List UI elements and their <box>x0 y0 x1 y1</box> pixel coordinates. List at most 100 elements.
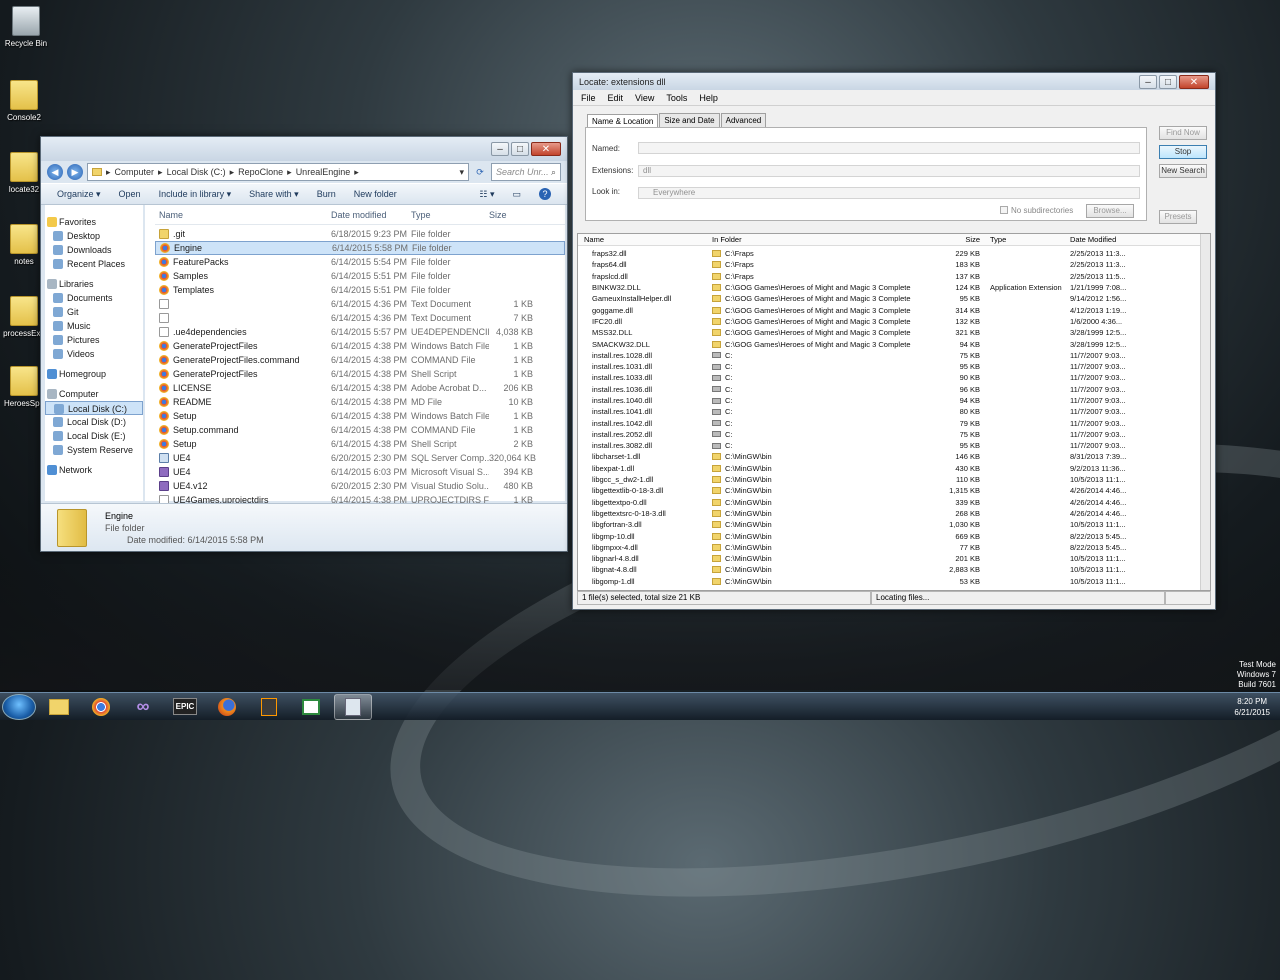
col-type[interactable]: Type <box>411 210 489 220</box>
result-row[interactable]: libgettextsrc-0-18-3.dll C:\MinGW\bin 268 … <box>578 508 1210 519</box>
result-row[interactable]: install.res.3082.dll C: 95 KB 11/7/2007 9:0… <box>578 440 1210 451</box>
nav-item-libraries[interactable]: Libraries <box>45 277 143 291</box>
maximize-button[interactable]: □ <box>1159 74 1177 89</box>
locate-titlebar[interactable]: Locate: extensions dll – □ ✕ <box>573 73 1215 90</box>
result-row[interactable]: libgnat-4.8.dll C:\MinGW\bin 2,883 KB 10/5/… <box>578 564 1210 575</box>
include-in-library-button[interactable]: Include in library ▾ <box>159 189 232 200</box>
taskbar-epic-launcher[interactable]: EPIC <box>166 694 204 720</box>
share-with-button[interactable]: Share with ▾ <box>249 189 299 200</box>
menu-tools[interactable]: Tools <box>666 93 687 103</box>
nav-item-desktop[interactable]: Desktop <box>45 229 143 243</box>
nav-item-local-disk-d[interactable]: Local Disk (D:) <box>45 415 143 429</box>
organize-button[interactable]: Organize ▾ <box>57 189 101 200</box>
result-row[interactable]: libexpat-1.dll C:\MinGW\bin 430 KB 9/2/2013… <box>578 463 1210 474</box>
result-row[interactable]: BINKW32.DLL C:\GOG Games\Heroes of Might … <box>578 282 1210 293</box>
result-row[interactable]: install.res.1033.dll C: 90 KB 11/7/2007 9:0… <box>578 372 1210 383</box>
start-button[interactable] <box>2 693 36 720</box>
tab-advanced[interactable]: Advanced <box>720 113 767 127</box>
file-row[interactable]: Samples 6/14/2015 5:51 PM File folder <box>155 269 565 283</box>
nav-item-system-reserve[interactable]: System Reserve <box>45 443 143 457</box>
result-row[interactable]: MSS32.DLL C:\GOG Games\Heroes of Might an… <box>578 327 1210 338</box>
result-row[interactable]: libcharset-1.dll C:\MinGW\bin 146 KB 8/31/2… <box>578 451 1210 462</box>
taskbar-firefox[interactable] <box>208 694 246 720</box>
taskbar-locate32[interactable] <box>334 693 372 720</box>
result-row[interactable]: libgettextpo-0.dll C:\MinGW\bin 339 KB 4/26… <box>578 497 1210 508</box>
file-row[interactable]: GenerateProjectFiles.command 6/14/2015 4:… <box>155 353 565 367</box>
file-row[interactable]: Setup 6/14/2015 4:38 PM Windows Batch File… <box>155 409 565 423</box>
forward-icon[interactable]: ▶ <box>67 164 83 180</box>
file-row[interactable]: UE4.v12 6/20/2015 2:30 PM Visual Studio So… <box>155 479 565 493</box>
file-row[interactable]: LICENSE 6/14/2015 4:38 PM Adobe Acrobat D.… <box>155 381 565 395</box>
result-row[interactable]: SMACKW32.DLL C:\GOG Games\Heroes of Might… <box>578 338 1210 349</box>
col-size[interactable]: Size <box>926 235 984 244</box>
file-row[interactable]: README 6/14/2015 4:38 PM MD File 10 KB <box>155 395 565 409</box>
nav-item-homegroup[interactable]: Homegroup <box>45 367 143 381</box>
scrollbar[interactable] <box>1200 234 1210 590</box>
file-row[interactable]: .git 6/18/2015 9:23 PM File folder <box>155 227 565 241</box>
extensions-field[interactable]: dll <box>638 165 1140 177</box>
view-options-icon[interactable]: ☷ ▾ <box>479 189 494 200</box>
new-search-button[interactable]: New Search <box>1159 164 1207 178</box>
file-row[interactable]: GenerateProjectFiles 6/14/2015 4:38 PM She… <box>155 367 565 381</box>
menu-file[interactable]: File <box>581 93 596 103</box>
named-field[interactable] <box>638 142 1140 154</box>
new-folder-button[interactable]: New folder <box>354 189 397 199</box>
tab-size-date[interactable]: Size and Date <box>659 113 720 127</box>
result-row[interactable]: libgfortran-3.dll C:\MinGW\bin 1,030 KB 10/… <box>578 519 1210 530</box>
nav-item-downloads[interactable]: Downloads <box>45 243 143 257</box>
result-row[interactable]: install.res.1041.dll C: 80 KB 11/7/2007 9:0… <box>578 406 1210 417</box>
col-date-modified[interactable]: Date modified <box>331 210 411 220</box>
menu-help[interactable]: Help <box>699 93 718 103</box>
presets-button[interactable]: Presets <box>1159 210 1197 224</box>
result-row[interactable]: libgcc_s_dw2-1.dll C:\MinGW\bin 110 KB 10/5… <box>578 474 1210 485</box>
menu-edit[interactable]: Edit <box>608 93 624 103</box>
desktop-icon-recycle-bin[interactable]: Recycle Bin <box>0 6 54 48</box>
result-row[interactable]: install.res.1042.dll C: 79 KB 11/7/2007 9:0… <box>578 417 1210 428</box>
minimize-button[interactable]: – <box>1139 74 1157 89</box>
minimize-button[interactable]: – <box>491 142 509 156</box>
open-button[interactable]: Open <box>119 189 141 199</box>
nav-item-music[interactable]: Music <box>45 319 143 333</box>
system-clock[interactable]: 8:20 PM 6/21/2015 <box>1234 696 1270 718</box>
nav-item-pictures[interactable]: Pictures <box>45 333 143 347</box>
col-in-folder[interactable]: In Folder <box>712 235 926 244</box>
result-row[interactable]: install.res.1036.dll C: 96 KB 11/7/2007 9:0… <box>578 384 1210 395</box>
result-row[interactable]: install.res.2052.dll C: 75 KB 11/7/2007 9:0… <box>578 429 1210 440</box>
col-name[interactable]: Name <box>155 210 331 220</box>
file-row[interactable]: 6/14/2015 4:36 PM Text Document 1 KB <box>155 297 565 311</box>
taskbar-sublime[interactable] <box>250 694 288 720</box>
search-input[interactable]: Search Unr... ⌕ <box>491 163 561 181</box>
menu-view[interactable]: View <box>635 93 654 103</box>
taskbar-chrome[interactable] <box>82 694 120 720</box>
col-name[interactable]: Name <box>578 235 712 244</box>
desktop-icon-console2[interactable]: Console2 <box>0 80 52 122</box>
maximize-button[interactable]: □ <box>511 142 529 156</box>
explorer-titlebar[interactable]: – □ ✕ <box>41 137 567 161</box>
result-row[interactable]: libgettextlib-0-18-3.dll C:\MinGW\bin 1,31… <box>578 485 1210 496</box>
col-date-modified[interactable]: Date Modified <box>1070 235 1140 244</box>
breadcrumb-local-disk[interactable]: Local Disk (C:) <box>167 167 226 177</box>
no-subdirectories-checkbox[interactable] <box>1000 206 1008 214</box>
file-row[interactable]: Setup 6/14/2015 4:38 PM Shell Script 2 KB <box>155 437 565 451</box>
result-row[interactable]: fraps64.dll C:\Fraps 183 KB 2/25/2013 11:3.… <box>578 259 1210 270</box>
taskbar-console[interactable] <box>292 694 330 720</box>
result-row[interactable]: goggame.dll C:\GOG Games\Heroes of Might … <box>578 304 1210 315</box>
find-now-button[interactable]: Find Now <box>1159 126 1207 140</box>
result-row[interactable]: libgmpxx-4.dll C:\MinGW\bin 77 KB 8/22/2013… <box>578 542 1210 553</box>
help-icon[interactable]: ? <box>539 188 551 200</box>
nav-item-favorites[interactable]: Favorites <box>45 215 143 229</box>
nav-item-local-disk-e[interactable]: Local Disk (E:) <box>45 429 143 443</box>
nav-item-documents[interactable]: Documents <box>45 291 143 305</box>
taskbar-explorer[interactable] <box>40 694 78 720</box>
taskbar-visual-studio[interactable]: ∞ <box>124 694 162 720</box>
result-row[interactable]: fraps32.dll C:\Fraps 229 KB 2/25/2013 11:3.… <box>578 248 1210 259</box>
file-row[interactable]: Setup.command 6/14/2015 4:38 PM COMMAND Fi… <box>155 423 565 437</box>
file-row[interactable]: Engine 6/14/2015 5:58 PM File folder <box>155 241 565 255</box>
col-type[interactable]: Type <box>984 235 1070 244</box>
file-row[interactable]: .ue4dependencies 6/14/2015 5:57 PM UE4DEPE… <box>155 325 565 339</box>
address-bar[interactable]: ▸ Computer ▸ Local Disk (C:) ▸ RepoClone ▸ … <box>87 163 469 181</box>
nav-item-videos[interactable]: Videos <box>45 347 143 361</box>
close-button[interactable]: ✕ <box>531 142 561 156</box>
result-row[interactable]: frapslcd.dll C:\Fraps 137 KB 2/25/2013 11:5… <box>578 271 1210 282</box>
burn-button[interactable]: Burn <box>317 189 336 199</box>
